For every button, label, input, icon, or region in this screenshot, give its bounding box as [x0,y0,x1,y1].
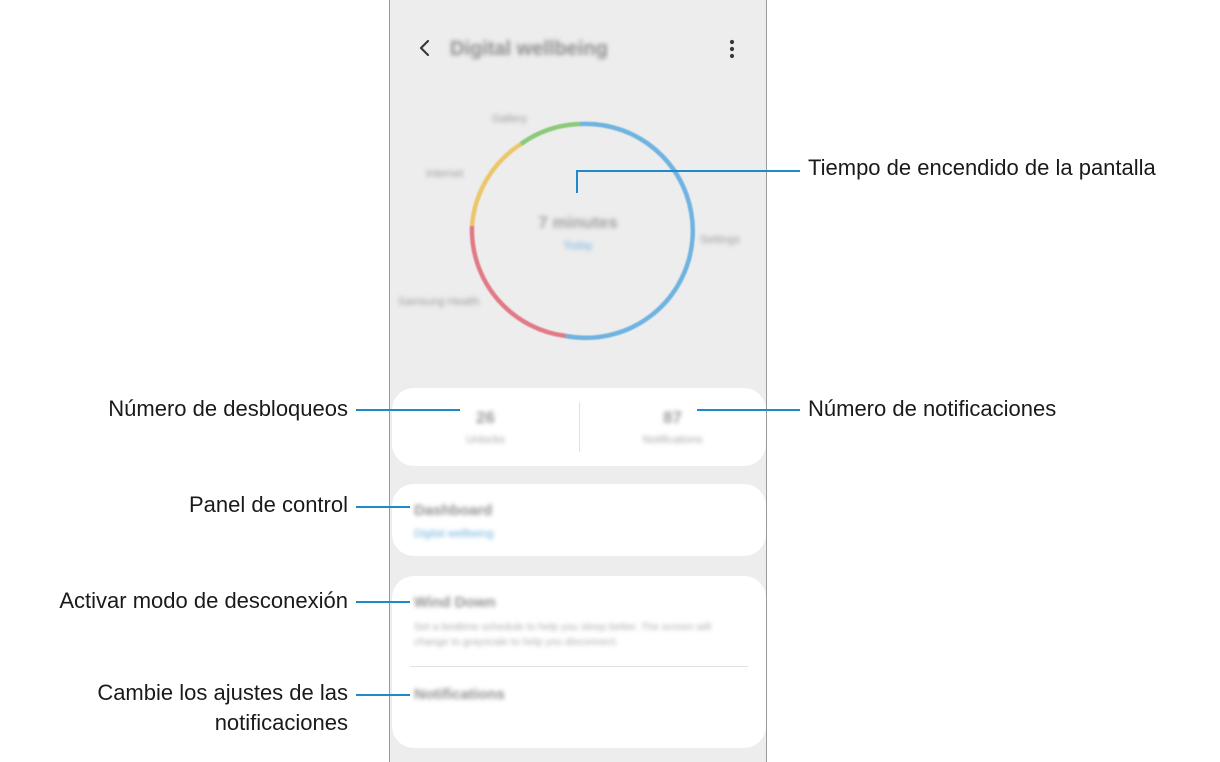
callout-dashboard: Panel de control [189,492,348,517]
chevron-left-icon[interactable] [414,34,436,62]
callout-line-notifications [697,409,800,411]
app-bar: Digital wellbeing [390,0,766,100]
dashboard-title: Dashboard [414,502,493,519]
callout-notifications-settings-line1: Cambie los ajustes de las [97,680,348,705]
callout-line-dashboard [356,506,410,508]
notifications-stat[interactable]: 87 Notifications [579,388,766,466]
unlocks-label: Unlocks [465,434,506,446]
notifications-settings-title: Notifications [414,686,505,703]
usage-ring-chart[interactable]: Gallery Internet Settings Samsung Health… [390,100,768,370]
callout-unlocks: Número de desbloqueos [108,396,348,421]
notifications-settings-item[interactable]: Notifications [392,667,766,748]
settings-card: Wind Down Set a bedtime schedule to help… [392,576,766,748]
callout-line-unlocks [356,409,460,411]
screen-time-period: Today [563,240,593,252]
dashboard-card[interactable]: Dashboard Digital wellbeing [392,484,766,556]
ring-segment-green [519,121,581,146]
callout-notifications-count: Número de notificaciones [808,396,1057,421]
wind-down-item[interactable]: Wind Down Set a bedtime schedule to help… [392,576,766,666]
callout-screen-time: Tiempo de encendido de la pantalla [808,155,1156,180]
ring-label-samsung-health: Samsung Health [398,296,480,308]
callout-line-notifications-settings [356,694,410,696]
more-vertical-icon[interactable] [726,36,738,62]
callout-line-screen-time-v [576,170,578,193]
callout-line-screen-time [576,170,800,172]
dashboard-subtitle: Digital wellbeing [414,528,494,540]
ring-label-gallery: Gallery [492,113,527,125]
ring-segment-red [469,225,567,339]
callout-wind-down: Activar modo de desconexión [59,588,348,613]
notifications-label: Notifications [642,434,703,446]
ring-segment-yellow [469,142,523,227]
unlocks-stat[interactable]: 26 Unlocks [392,388,579,466]
phone-screen: Digital wellbeing Gallery Internet Setti… [389,0,767,762]
wind-down-description: Set a bedtime schedule to help you sleep… [414,621,711,648]
wind-down-title: Wind Down [414,594,496,611]
page-title: Digital wellbeing [450,38,608,60]
callout-line-wind-down [356,601,410,603]
ring-label-internet: Internet [426,168,464,180]
callout-notifications-settings-line2: notificaciones [214,710,348,735]
notifications-value: 87 [663,408,682,427]
ring-label-settings: Settings [700,234,740,246]
stats-card: 26 Unlocks 87 Notifications [392,388,766,466]
screen-time-value: 7 minutes [538,213,618,232]
unlocks-value: 26 [476,408,495,427]
